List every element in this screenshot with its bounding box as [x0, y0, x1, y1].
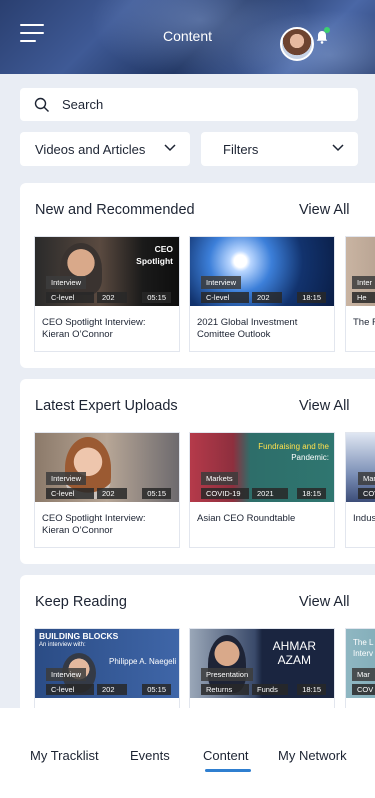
tag-badge: C-level	[46, 488, 94, 499]
category-badge: Inter	[352, 276, 375, 289]
year-badge: 202	[97, 684, 127, 695]
card-title: CEO Spotlight Interview: Kieran O’Connor	[42, 513, 146, 536]
section-title: Latest Expert Uploads	[35, 398, 178, 414]
category-badge: Interview	[46, 472, 87, 485]
duration-badge: 18:15	[297, 684, 326, 695]
card-meta: COVID-19 2021 18:15	[190, 488, 334, 499]
avatar[interactable]	[280, 27, 314, 61]
notification-dot	[324, 27, 330, 33]
duration-badge: 05:15	[142, 684, 171, 695]
section-title: New and Recommended	[35, 202, 195, 218]
card-meta: C-level 202 05:15	[35, 292, 179, 303]
tag-badge: COV	[352, 684, 375, 695]
card-meta: C-level 202 05:15	[35, 684, 179, 695]
tag-badge: C-level	[201, 292, 249, 303]
thumbnail-overlay-text: AHMAR AZAM	[272, 639, 316, 667]
year-badge: 202	[252, 292, 282, 303]
card-thumbnail: CEO Spotlight Interview C-level 202 05:15	[35, 237, 179, 306]
content-card[interactable]: CEO Spotlight Interview C-level 202 05:15…	[34, 236, 180, 352]
view-all-link[interactable]: View All	[299, 398, 350, 414]
content-card[interactable]: Mar COV Indus	[345, 432, 375, 548]
section-new-and-recommended: New and Recommended View All CEO Spotligh…	[20, 183, 375, 368]
filters-dropdown[interactable]: Filters	[201, 132, 358, 166]
duration-badge: 05:15	[142, 488, 171, 499]
chevron-down-icon	[164, 144, 176, 152]
card-meta: Returns Funds 18:15	[190, 684, 334, 695]
content-card[interactable]: Fundraising and the Pandemic: Markets CO…	[189, 432, 335, 548]
category-badge: Mar	[358, 472, 375, 485]
card-thumbnail: Interview C-level 202 05:15	[35, 433, 179, 502]
search-bar[interactable]	[20, 88, 358, 121]
thumbnail-overlay-text: CEO Spotlight	[136, 244, 173, 266]
app-header: Content	[0, 0, 375, 74]
view-all-link[interactable]: View All	[299, 594, 350, 610]
thumbnail-overlay-text: The L Interv	[353, 638, 374, 658]
nav-item-content[interactable]: Content	[203, 748, 249, 763]
thumbnail-overlay-name: Philippe A. Naegeli	[109, 657, 177, 666]
duration-badge: 05:15	[142, 292, 171, 303]
bottom-navigation: My Tracklist Events Content My Network	[0, 708, 375, 798]
category-badge: Interview	[46, 668, 87, 681]
content-card[interactable]: Interview C-level 202 18:15 2021 Global …	[189, 236, 335, 352]
tag-badge: C-level	[46, 292, 94, 303]
year-badge: Funds	[252, 684, 288, 695]
nav-item-events[interactable]: Events	[130, 748, 170, 763]
tag-badge: C-level	[46, 684, 94, 695]
card-meta: He	[346, 292, 375, 303]
nav-item-my-network[interactable]: My Network	[278, 748, 347, 763]
card-thumbnail: Inter He	[346, 237, 375, 306]
card-meta: COV	[346, 488, 375, 499]
card-thumbnail: Interview C-level 202 18:15	[190, 237, 334, 306]
category-badge: Markets	[201, 472, 238, 485]
search-input[interactable]	[62, 88, 342, 121]
card-title: Asian CEO Roundtable	[197, 513, 296, 524]
card-title: Indus	[353, 513, 375, 524]
thumbnail-overlay-subtitle: An interview with:	[39, 642, 86, 648]
card-thumbnail: Fundraising and the Pandemic: Markets CO…	[190, 433, 334, 502]
card-thumbnail: BUILDING BLOCKS An interview with: Phili…	[35, 629, 179, 698]
card-thumbnail: The L Interv Mar COV	[346, 629, 375, 698]
section-keep-reading: Keep Reading View All BUILDING BLOCKS An…	[20, 575, 375, 725]
content-type-dropdown[interactable]: Videos and Articles	[20, 132, 190, 166]
category-badge: Interview	[46, 276, 87, 289]
tag-badge: COV	[358, 488, 375, 499]
active-tab-indicator	[205, 769, 251, 772]
tag-badge: COVID-19	[201, 488, 249, 499]
thumbnail-overlay-title: BUILDING BLOCKS	[39, 631, 119, 641]
content-type-label: Videos and Articles	[35, 142, 146, 157]
search-icon	[34, 97, 49, 112]
filters-label: Filters	[223, 142, 259, 157]
year-badge: 202	[97, 292, 127, 303]
duration-badge: 18:15	[297, 488, 326, 499]
chevron-down-icon	[332, 144, 344, 152]
card-thumbnail: AHMAR AZAM Presentation Returns Funds 18:…	[190, 629, 334, 698]
card-thumbnail: Mar COV	[346, 433, 375, 502]
year-badge: 202	[97, 488, 127, 499]
content-card[interactable]: Interview C-level 202 05:15 CEO Spotligh…	[34, 432, 180, 548]
card-title: CEO Spotlight Interview: Kieran O’Connor	[42, 317, 146, 340]
view-all-link[interactable]: View All	[299, 202, 350, 218]
card-title: 2021 Global Investment Comittee Outlook	[197, 317, 298, 340]
card-meta: COV	[346, 684, 375, 695]
tag-badge: He	[352, 292, 375, 303]
category-badge: Interview	[201, 276, 242, 289]
card-meta: C-level 202 05:15	[35, 488, 179, 499]
thumbnail-overlay-text: Fundraising and the Pandemic:	[258, 442, 329, 462]
category-badge: Presentation	[201, 668, 254, 681]
section-title: Keep Reading	[35, 594, 127, 610]
content-card[interactable]: Inter He The F with	[345, 236, 375, 352]
card-title: The F with	[353, 317, 375, 328]
tag-badge: Returns	[201, 684, 249, 695]
duration-badge: 18:15	[297, 292, 326, 303]
category-badge: Mar	[352, 668, 375, 681]
nav-item-my-tracklist[interactable]: My Tracklist	[30, 748, 99, 763]
year-badge: 2021	[252, 488, 288, 499]
section-latest-expert-uploads: Latest Expert Uploads View All Interview…	[20, 379, 375, 564]
card-meta: C-level 202 18:15	[190, 292, 334, 303]
